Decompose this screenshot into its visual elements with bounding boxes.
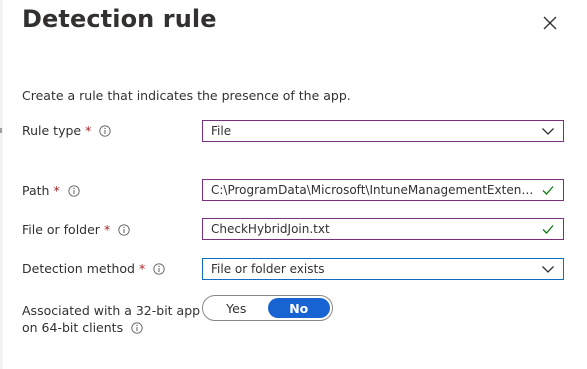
path-label-text: Path [22, 183, 50, 198]
chevron-down-icon [541, 124, 555, 138]
rule-type-label-text: Rule type [22, 123, 82, 138]
toggle-no-option[interactable]: No [267, 298, 330, 318]
info-icon[interactable] [99, 124, 112, 137]
associated-32bit-label-line2: on 64-bit clients [22, 320, 124, 335]
file-or-folder-label: File or folder * [22, 222, 130, 237]
chevron-down-icon [541, 262, 555, 276]
info-icon[interactable] [118, 223, 130, 236]
info-icon[interactable] [131, 321, 143, 334]
detection-method-label-text: Detection method [22, 261, 135, 276]
path-label: Path * [22, 183, 80, 198]
path-input[interactable]: C:\ProgramData\Microsoft\IntuneManagemen… [202, 179, 564, 201]
info-icon[interactable] [153, 262, 165, 275]
required-mark: * [85, 123, 92, 138]
panel-description: Create a rule that indicates the presenc… [22, 88, 351, 103]
associated-32bit-label-line1: Associated with a 32-bit app [22, 303, 201, 318]
rule-type-value: File [211, 124, 232, 138]
checkmark-icon [541, 222, 555, 236]
associated-32bit-label: Associated with a 32-bit app on 64-bit c… [22, 302, 200, 336]
close-icon [543, 16, 557, 30]
associated-32bit-toggle[interactable]: Yes No [202, 295, 333, 321]
path-value: C:\ProgramData\Microsoft\IntuneManagemen… [211, 183, 535, 197]
required-mark: * [103, 222, 111, 237]
close-button[interactable] [540, 13, 560, 33]
toggle-yes-option[interactable]: Yes [205, 298, 268, 318]
file-or-folder-value: CheckHybridJoin.txt [211, 222, 330, 236]
rule-type-label: Rule type * [22, 123, 112, 138]
checkmark-icon [541, 183, 555, 197]
rule-type-dropdown[interactable]: File [202, 120, 564, 142]
info-icon[interactable] [68, 184, 80, 197]
panel-left-edge [0, 0, 3, 369]
panel-title: Detection rule [22, 5, 217, 33]
detection-method-dropdown[interactable]: File or folder exists [202, 258, 564, 280]
file-or-folder-input[interactable]: CheckHybridJoin.txt [202, 218, 564, 240]
required-mark: * [138, 261, 146, 276]
edge-indicator [0, 128, 2, 133]
file-or-folder-label-text: File or folder [22, 222, 100, 237]
detection-method-label: Detection method * [22, 261, 165, 276]
detection-method-value: File or folder exists [211, 262, 325, 276]
required-mark: * [53, 183, 60, 198]
